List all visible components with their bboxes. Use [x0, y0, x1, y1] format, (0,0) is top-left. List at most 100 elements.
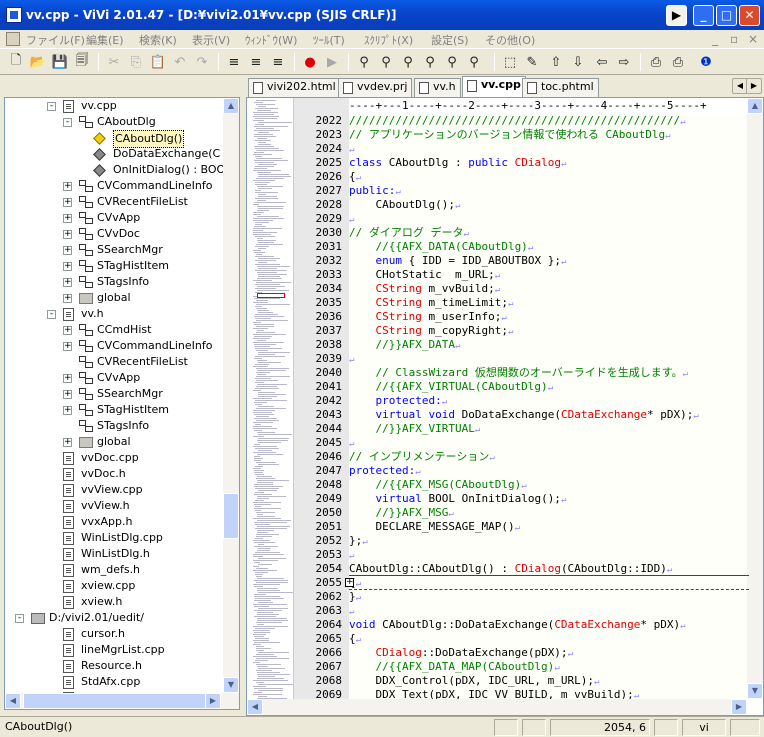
- code-line[interactable]: {↵: [349, 632, 361, 646]
- tree-item[interactable]: vvxApp.h: [5, 514, 223, 530]
- tree-horizontal-scrollbar[interactable]: ◀ ▶: [5, 693, 239, 709]
- tree-vertical-scrollbar[interactable]: ▲ ▼: [223, 98, 239, 693]
- fold-expand-icon[interactable]: +: [345, 578, 354, 587]
- expand-icon[interactable]: +: [63, 262, 72, 271]
- record-macro-icon[interactable]: ●: [300, 52, 320, 72]
- maximize-button[interactable]: □: [716, 5, 737, 26]
- code-line[interactable]: };↵: [349, 534, 368, 548]
- expand-icon[interactable]: +: [63, 326, 72, 335]
- code-line[interactable]: CAboutDlg();↵: [349, 198, 460, 212]
- code-line[interactable]: ↵: [349, 352, 354, 366]
- code-line[interactable]: {↵: [349, 170, 361, 184]
- code-editor[interactable]: ----+---1----+----2----+----3----+----4-…: [246, 97, 764, 716]
- play-macro-icon[interactable]: ▶: [322, 52, 342, 72]
- menu-script[interactable]: ｽｸﾘﾌﾟﾄ(X): [364, 32, 413, 48]
- tree-item[interactable]: WinListDlg.cpp: [5, 530, 223, 546]
- scroll-up-icon[interactable]: ▲: [223, 98, 239, 114]
- tree-item[interactable]: + CCmdHist: [5, 322, 223, 338]
- tree-item[interactable]: Resource.h: [5, 658, 223, 674]
- code-line[interactable]: CString m_vvBuild;↵: [349, 282, 501, 296]
- expand-icon[interactable]: +: [63, 374, 72, 383]
- find-files-icon[interactable]: ⚲: [420, 52, 440, 72]
- tree-item[interactable]: vvView.h: [5, 498, 223, 514]
- tree-item[interactable]: + STagHistItem: [5, 402, 223, 418]
- tree-item[interactable]: + SSearchMgr: [5, 386, 223, 402]
- code-line[interactable]: class CAboutDlg : public CDialog↵: [349, 156, 566, 170]
- code-line[interactable]: //}}AFX_MSG↵: [349, 506, 453, 520]
- tree-item[interactable]: STagsInfo: [5, 418, 223, 434]
- tree-hscroll-thumb[interactable]: [23, 693, 217, 709]
- document-menu-icon[interactable]: [6, 32, 20, 46]
- tree-item[interactable]: + CVvDoc: [5, 226, 223, 242]
- code-line[interactable]: //{{AFX_VIRTUAL(CAboutDlg)↵: [349, 380, 553, 394]
- find-prev-icon[interactable]: ⚲: [376, 52, 396, 72]
- tree-item[interactable]: CVRecentFileList: [5, 354, 223, 370]
- code-line[interactable]: //}}AFX_VIRTUAL↵: [349, 422, 480, 436]
- code-line[interactable]: // ダイアログ データ↵: [349, 226, 469, 240]
- print-icon[interactable]: ⎙: [646, 52, 666, 72]
- expand-icon[interactable]: +: [63, 214, 72, 223]
- tab-vvdev-prj[interactable]: vvdev.prj: [338, 78, 413, 97]
- tree-item[interactable]: - D:/vivi2.01/uedit/: [5, 610, 223, 626]
- code-line[interactable]: CHotStatic m_URL;↵: [349, 268, 500, 282]
- expand-icon[interactable]: +: [63, 406, 72, 415]
- code-line[interactable]: //{{AFX_DATA_MAP(CAboutDlg)↵: [349, 660, 559, 674]
- tree-item[interactable]: vvDoc.cpp: [5, 450, 223, 466]
- code-line[interactable]: protected:↵: [349, 394, 447, 408]
- tree-item[interactable]: xview.h: [5, 594, 223, 610]
- tab-vv-h[interactable]: vv.h: [414, 78, 461, 97]
- code-line[interactable]: ↵: [349, 212, 354, 226]
- arrow-right-icon[interactable]: ⇨: [614, 52, 634, 72]
- code-line[interactable]: // ClassWizard 仮想関数のオーバーライドを生成します。↵: [349, 366, 688, 380]
- edit-mode-icon[interactable]: ✎: [522, 52, 542, 72]
- expand-icon[interactable]: +: [63, 246, 72, 255]
- grep-icon[interactable]: ⚲: [464, 52, 484, 72]
- tree-item[interactable]: + global: [5, 434, 223, 450]
- tree-item[interactable]: OnInitDialog() : BOO: [5, 162, 225, 178]
- app-icon[interactable]: [6, 7, 22, 23]
- expand-icon[interactable]: +: [63, 278, 72, 287]
- code-line[interactable]: virtual BOOL OnInitDialog();↵: [349, 492, 567, 506]
- replace-icon[interactable]: ⚲: [442, 52, 462, 72]
- expand-icon[interactable]: +: [63, 342, 72, 351]
- close-button[interactable]: ✕: [739, 5, 760, 26]
- tree-item[interactable]: xview.cpp: [5, 578, 223, 594]
- arrow-up-icon[interactable]: ⇧: [546, 52, 566, 72]
- code-line[interactable]: DDX_Text(pDX, IDC_VV_BUILD, m_vvBuild);↵: [349, 688, 639, 699]
- menu-settings[interactable]: 設定(S): [431, 32, 469, 48]
- tree-item[interactable]: - CAboutDlg: [5, 114, 223, 130]
- code-line[interactable]: //{{AFX_MSG(CAboutDlg)↵: [349, 478, 526, 492]
- code-line[interactable]: enum { IDD = IDD_ABOUTBOX };↵: [349, 254, 567, 268]
- tree-item[interactable]: + SSearchMgr: [5, 242, 223, 258]
- code-line[interactable]: protected:↵: [349, 464, 421, 478]
- collapse-icon[interactable]: -: [47, 310, 56, 319]
- select-mode-icon[interactable]: ⬚: [500, 52, 520, 72]
- expand-icon[interactable]: +: [63, 390, 72, 399]
- tree-item[interactable]: wm_defs.h: [5, 562, 223, 578]
- menu-other[interactable]: その他(O): [485, 32, 535, 48]
- arrow-down-icon[interactable]: ⇩: [568, 52, 588, 72]
- open-folder-icon[interactable]: 📂: [28, 52, 48, 72]
- tree-item[interactable]: DoDataExchange(C: [5, 146, 223, 162]
- tab-scroll-right-icon[interactable]: ▶: [746, 78, 762, 94]
- tree-item[interactable]: + STagsInfo: [5, 274, 223, 290]
- code-line[interactable]: public:↵: [349, 184, 401, 198]
- redo-icon[interactable]: ↷: [192, 52, 212, 72]
- editor-vertical-scrollbar[interactable]: ▲ ▼: [747, 98, 763, 699]
- tree-item[interactable]: CAboutDlg(): [5, 130, 223, 148]
- print-preview-icon[interactable]: ⎙: [668, 52, 688, 72]
- tree-item[interactable]: + CVCommandLineInfo: [5, 178, 223, 194]
- new-file-icon[interactable]: 🗋: [6, 52, 26, 72]
- editor-scroll-left-icon[interactable]: ◀: [247, 699, 263, 715]
- align-left-icon[interactable]: ≡: [224, 52, 244, 72]
- undo-icon[interactable]: ↶: [170, 52, 190, 72]
- tree-item[interactable]: cursor.h: [5, 626, 223, 642]
- code-line[interactable]: ↵: [349, 548, 354, 562]
- tree-item[interactable]: vvView.cpp: [5, 482, 223, 498]
- help-icon[interactable]: ❶: [696, 52, 716, 72]
- tree-scroll-thumb[interactable]: [223, 493, 239, 539]
- code-line[interactable]: ↵: [349, 142, 354, 156]
- tree-item[interactable]: StdAfx.cpp: [5, 674, 223, 690]
- menu-edit[interactable]: 編集(E): [86, 32, 124, 48]
- code-line[interactable]: DECLARE_MESSAGE_MAP()↵: [349, 520, 520, 534]
